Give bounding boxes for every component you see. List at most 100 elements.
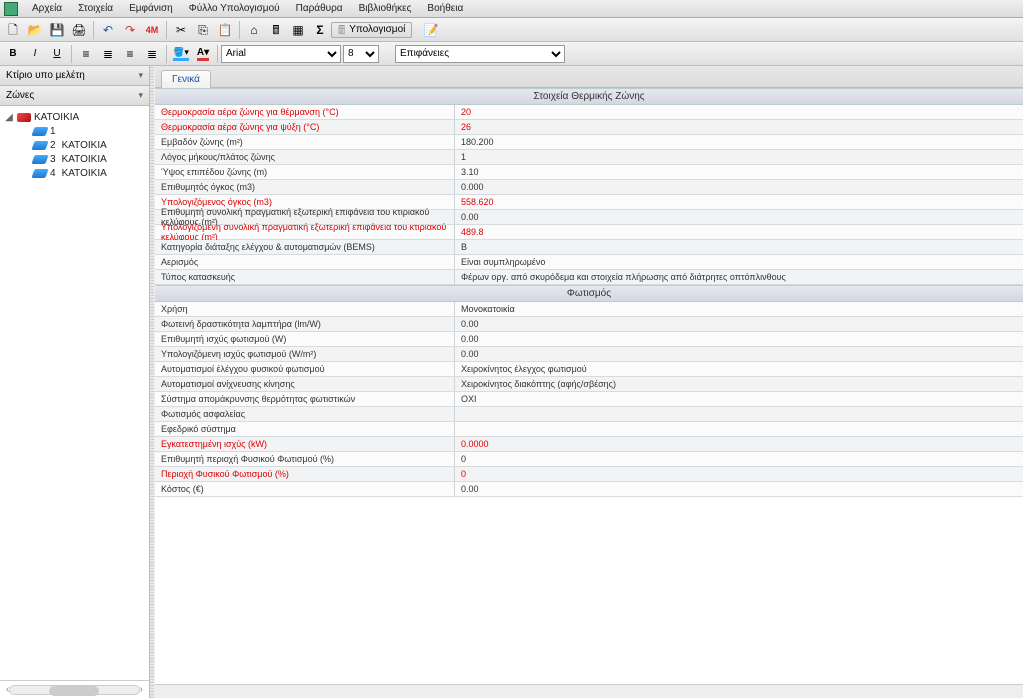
property-value[interactable]: 0.00 [455,347,1023,361]
tree-collapse-icon[interactable]: ◢ [4,112,14,123]
menu-elements[interactable]: Στοιχεία [70,1,121,16]
property-value[interactable]: Φέρων οργ. από σκυρόδεμα και στοιχεία πλ… [455,270,1023,284]
italic-button[interactable]: I [25,44,45,64]
menu-files[interactable]: Αρχεία [24,1,70,16]
align-center-button[interactable]: ≣ [98,44,118,64]
surfaces-select[interactable]: Επιφάνειες [395,45,565,63]
property-value[interactable]: 0 [455,467,1023,481]
home-button[interactable]: ⌂ [244,20,264,40]
calculations-button[interactable]: 🖩 Υπολογισμοί [331,22,412,38]
menu-view[interactable]: Εμφάνιση [121,1,181,16]
justify-button[interactable]: ≣ [142,44,162,64]
property-value[interactable]: 558.620 [455,195,1023,209]
columns-button[interactable]: ▦ [288,20,308,40]
property-row[interactable]: Αυτοματισμοί ανίχνευσης κίνησηςΧειροκίνη… [155,377,1023,392]
property-row[interactable]: Κατηγορία διάταξης ελέγχου & αυτοματισμώ… [155,240,1023,255]
align-right-button[interactable]: ≡ [120,44,140,64]
cut-button[interactable]: ✂ [171,20,191,40]
property-value[interactable]: 0.00 [455,482,1023,496]
property-row[interactable]: Κόστος (€)0.00 [155,482,1023,497]
sidebar-scrollbar[interactable]: ‹ › [0,680,149,698]
4m-button[interactable]: 4M [142,20,162,40]
sigma-button[interactable]: Σ [310,20,330,40]
tree-zone-item[interactable]: 2ΚΑΤΟΙΚΙΑ [30,138,145,152]
property-row[interactable]: Ύψος επιπέδου ζώνης (m)3.10 [155,165,1023,180]
property-row[interactable]: Περιοχή Φυσικού Φωτισμού (%)0 [155,467,1023,482]
tree-zone-item[interactable]: 1 [30,124,145,138]
tree-root[interactable]: ◢ ΚΑΤΟΙΚΙΑ [4,110,145,124]
tabbar: Γενικά [155,66,1023,88]
property-value[interactable]: 0.00 [455,332,1023,346]
paste-button[interactable]: 📋 [215,20,235,40]
property-row[interactable]: ΑερισμόςΕίναι συμπληρωμένο [155,255,1023,270]
property-row[interactable]: Τύπος κατασκευήςΦέρων οργ. από σκυρόδεμα… [155,270,1023,285]
property-row[interactable]: Θερμοκρασία αέρα ζώνης για θέρμανση (°C)… [155,105,1023,120]
property-row[interactable]: Φωτισμός ασφαλείας [155,407,1023,422]
property-value[interactable]: 0.0000 [455,437,1023,451]
property-value[interactable]: 26 [455,120,1023,134]
property-value[interactable]: Μονοκατοικία [455,302,1023,316]
align-left-button[interactable]: ≡ [76,44,96,64]
property-value[interactable]: Β [455,240,1023,254]
notes-button[interactable]: 📝 [421,20,441,40]
property-row[interactable]: Επιθυμητός όγκος (m3)0.000 [155,180,1023,195]
property-row[interactable]: Επιθυμητή περιοχή Φυσικού Φωτισμού (%)0 [155,452,1023,467]
tree-zone-item[interactable]: 3ΚΑΤΟΙΚΙΑ [30,152,145,166]
font-name-select[interactable]: Arial [221,45,341,63]
fill-color-button[interactable]: 🪣▾ [171,44,191,64]
property-value[interactable]: 0 [455,452,1023,466]
new-file-button[interactable]: 🗋 [3,20,23,40]
sidebar-header-building[interactable]: Κτίριο υπο μελέτη ▾ [0,66,149,86]
property-value[interactable]: Χειροκίνητος έλεγχος φωτισμού [455,362,1023,376]
property-value[interactable]: Χειροκίνητος διακόπτης (αφής/σβέσης) [455,377,1023,391]
redo-button[interactable]: ↷ [120,20,140,40]
sidebar-header-zones[interactable]: Ζώνες ▾ [0,86,149,106]
property-label: Τύπος κατασκευής [155,270,455,284]
property-value[interactable]: 0.000 [455,180,1023,194]
property-row[interactable]: Εφεδρικό σύστημα [155,422,1023,437]
property-value[interactable]: 20 [455,105,1023,119]
property-row[interactable]: Επιθυμητή ισχύς φωτισμού (W)0.00 [155,332,1023,347]
property-row[interactable]: Σύστημα απομάκρυνσης θερμότητας φωτιστικ… [155,392,1023,407]
property-value[interactable]: Είναι συμπληρωμένο [455,255,1023,269]
property-value[interactable]: 180.200 [455,135,1023,149]
property-value[interactable]: 0.00 [455,210,1023,224]
toolbar-separator [239,21,240,39]
save-button[interactable]: 💾 [47,20,67,40]
print-button[interactable]: 🖨 [69,20,89,40]
app-icon [4,2,18,16]
property-label: Επιθυμητή περιοχή Φυσικού Φωτισμού (%) [155,452,455,466]
property-value[interactable]: 489.8 [455,225,1023,239]
property-value[interactable] [455,422,1023,436]
menu-spreadsheet[interactable]: Φύλλο Υπολογισμού [181,1,288,16]
tab-general[interactable]: Γενικά [161,70,211,88]
calculator-button[interactable]: 🖩 [266,20,286,40]
property-value[interactable]: 1 [455,150,1023,164]
property-row[interactable]: Εμβαδόν ζώνης (m²)180.200 [155,135,1023,150]
copy-button[interactable]: ⎘ [193,20,213,40]
property-value[interactable] [455,407,1023,421]
property-row[interactable]: Αυτοματισμοί έλέγχου φυσικού φωτισμούΧει… [155,362,1023,377]
sidebar-header-label: Κτίριο υπο μελέτη [6,70,85,81]
tree-zone-item[interactable]: 4ΚΑΤΟΙΚΙΑ [30,166,145,180]
property-value[interactable]: 3.10 [455,165,1023,179]
property-value[interactable]: ΟΧΙ [455,392,1023,406]
menu-libraries[interactable]: Βιβλιοθήκες [351,1,420,16]
property-value[interactable]: 0.00 [455,317,1023,331]
property-row[interactable]: ΧρήσηΜονοκατοικία [155,302,1023,317]
bold-button[interactable]: B [3,44,23,64]
horizontal-scrollbar[interactable] [155,684,1023,698]
property-row[interactable]: Φωτεινή δραστικότητα λαμπτήρα (lm/W)0.00 [155,317,1023,332]
font-size-select[interactable]: 8 [343,45,379,63]
menu-windows[interactable]: Παράθυρα [288,1,351,16]
undo-button[interactable]: ↶ [98,20,118,40]
underline-button[interactable]: U [47,44,67,64]
open-file-button[interactable]: 📂 [25,20,45,40]
menu-help[interactable]: Βοήθεια [419,1,471,16]
property-row[interactable]: Λόγος μήκους/πλάτος ζώνης1 [155,150,1023,165]
property-row[interactable]: Υπολογιζόμενη συνολική πραγματική εξωτερ… [155,225,1023,240]
property-row[interactable]: Υπολογιζόμενη ισχύς φωτισμού (W/m²)0.00 [155,347,1023,362]
property-row[interactable]: Θερμοκρασία αέρα ζώνης για ψύξη (°C)26 [155,120,1023,135]
property-row[interactable]: Εγκατεστημένη ισχύς (kW)0.0000 [155,437,1023,452]
font-color-button[interactable]: A▾ [193,44,213,64]
